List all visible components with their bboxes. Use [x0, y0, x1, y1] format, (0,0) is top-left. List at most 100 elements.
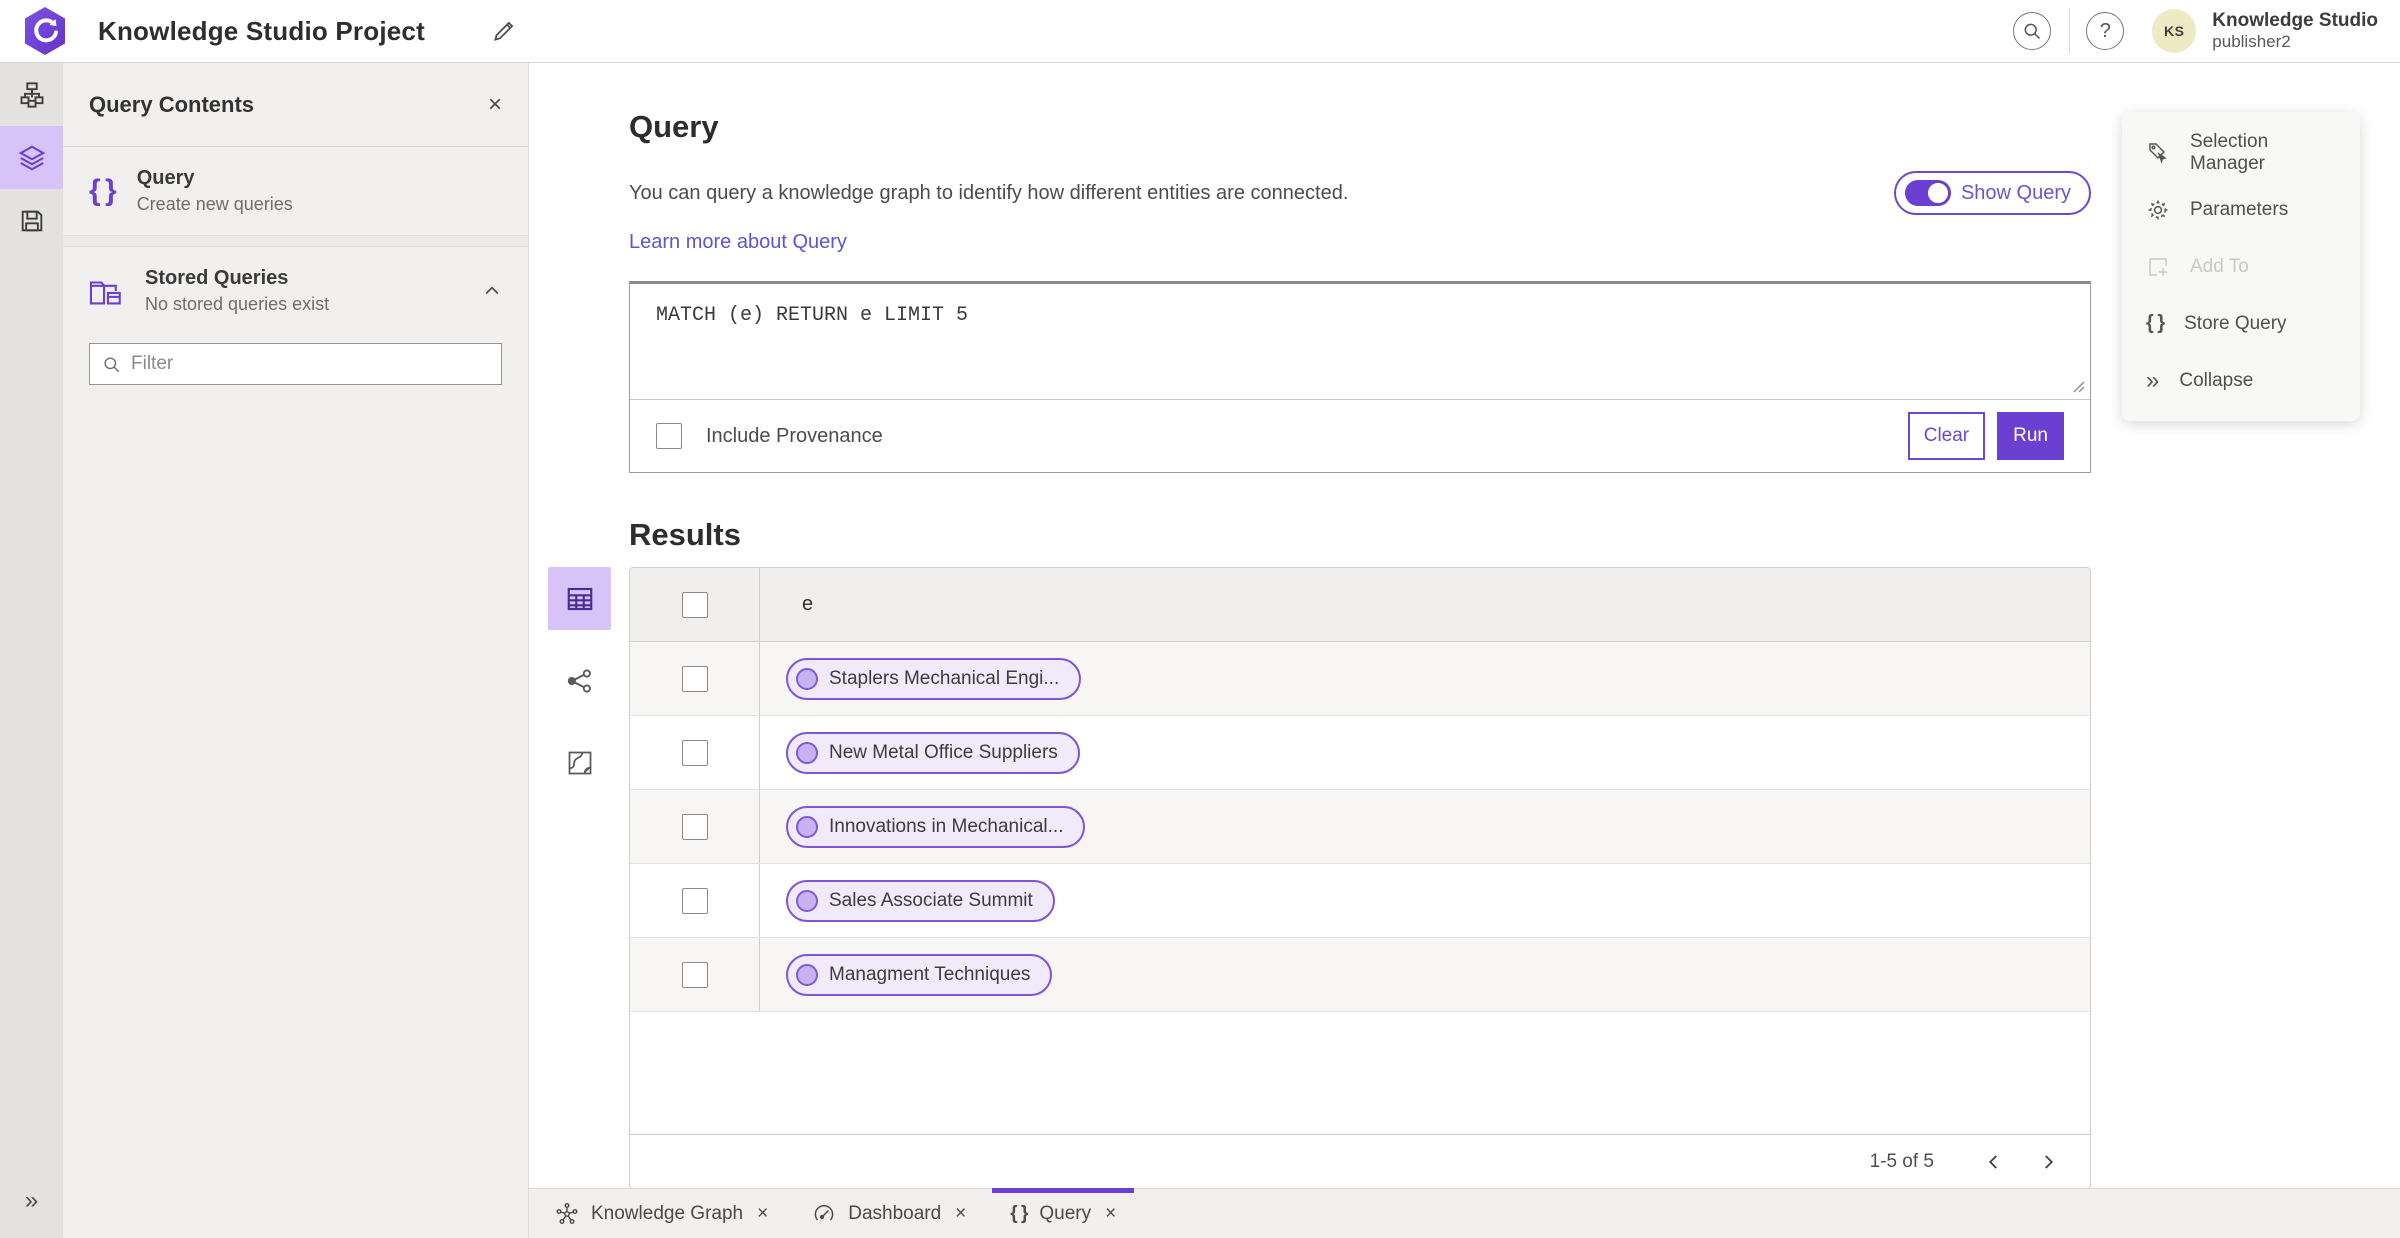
row-checkbox[interactable]: [681, 887, 708, 914]
user-info: Knowledge Studio publisher2: [2212, 10, 2378, 51]
sidebar-item-save[interactable]: [0, 189, 63, 252]
table-icon: [565, 584, 595, 614]
entity-label: Managment Techniques: [829, 963, 1031, 985]
resize-handle[interactable]: [2073, 381, 2085, 393]
search-button[interactable]: [2013, 12, 2052, 50]
double-chevron-right-icon: »: [2146, 366, 2160, 394]
filter-input[interactable]: [131, 353, 489, 375]
braces-icon: { }: [89, 174, 117, 207]
bottom-tab-bar: Knowledge Graph × Dashboard × { } Query …: [529, 1188, 2400, 1238]
close-panel-button[interactable]: ×: [488, 92, 502, 117]
row-checkbox[interactable]: [681, 813, 708, 840]
tab-label: Knowledge Graph: [591, 1202, 744, 1224]
menu-item-parameters[interactable]: Parameters: [2122, 181, 2360, 238]
column-header-e: e: [802, 593, 814, 615]
tab-query[interactable]: { } Query ×: [992, 1188, 1135, 1238]
table-empty-space: [630, 1012, 2090, 1134]
panel-title: Query Contents: [89, 91, 255, 117]
left-icon-rail: »: [0, 63, 63, 1238]
stored-queries-label: Stored Queries: [145, 267, 289, 289]
entity-pill[interactable]: Managment Techniques: [786, 953, 1053, 996]
entity-dot-icon: [796, 889, 818, 912]
table-row: Staplers Mechanical Engi...: [630, 642, 2090, 716]
panel-header: Query Contents ×: [63, 63, 528, 147]
graph-view-button[interactable]: [548, 649, 611, 712]
menu-label: Store Query: [2184, 312, 2287, 334]
braces-icon: { }: [2146, 312, 2165, 334]
query-description: You can query a knowledge graph to ident…: [629, 181, 1349, 204]
expand-rail-button[interactable]: »: [0, 1169, 63, 1232]
avatar[interactable]: KS: [2152, 9, 2197, 53]
row-checkbox[interactable]: [681, 961, 708, 988]
tab-label: Dashboard: [848, 1202, 942, 1224]
close-tab-icon[interactable]: ×: [757, 1203, 768, 1225]
entity-pill[interactable]: Innovations in Mechanical...: [786, 805, 1086, 848]
map-view-button[interactable]: [548, 731, 611, 794]
braces-icon: { }: [1010, 1202, 1028, 1224]
header-divider: [2069, 8, 2071, 54]
chevron-right-icon: [2039, 1153, 2057, 1171]
show-query-label: Show Query: [1960, 181, 2071, 204]
user-org: Knowledge Studio: [2212, 10, 2378, 32]
results-title: Results: [629, 517, 741, 552]
query-tools-menu: Selection Manager Parameters Add To {} …: [2122, 112, 2360, 421]
table-view-button[interactable]: [548, 567, 611, 630]
close-tab-icon[interactable]: ×: [955, 1203, 966, 1225]
show-query-toggle[interactable]: Show Query: [1893, 171, 2091, 215]
panel-item-stored-queries[interactable]: Stored Queries No stored queries exist: [63, 247, 528, 335]
selection-manager-icon: [2146, 141, 2170, 165]
layers-icon: [17, 143, 47, 173]
entity-label: Staplers Mechanical Engi...: [829, 667, 1060, 689]
previous-page-button[interactable]: [1974, 1142, 2014, 1182]
user-name: publisher2: [2212, 32, 2291, 52]
query-input[interactable]: MATCH (e) RETURN e LIMIT 5: [630, 284, 2090, 399]
row-checkbox[interactable]: [681, 665, 708, 692]
project-title: Knowledge Studio Project: [98, 15, 425, 46]
question-icon: ?: [2099, 19, 2111, 42]
run-button[interactable]: Run: [1997, 412, 2064, 460]
chevron-left-icon: [1985, 1153, 2003, 1171]
menu-item-collapse[interactable]: » Collapse: [2122, 352, 2360, 409]
help-button[interactable]: ?: [2086, 12, 2125, 50]
sidebar-item-data-model[interactable]: [0, 63, 63, 126]
tab-dashboard[interactable]: Dashboard ×: [794, 1189, 984, 1238]
entity-pill[interactable]: New Metal Office Suppliers: [786, 731, 1080, 774]
map-icon: [566, 749, 594, 777]
edit-title-button[interactable]: [491, 18, 517, 44]
sidebar-item-layers[interactable]: [0, 126, 63, 189]
knowledge-graph-icon: [555, 1202, 579, 1226]
row-checkbox[interactable]: [681, 739, 708, 766]
dashboard-gauge-icon: [812, 1202, 836, 1226]
save-icon: [18, 207, 46, 235]
query-contents-panel: Query Contents × { } Query Create new qu…: [63, 63, 529, 1238]
table-row: Sales Associate Summit: [630, 864, 2090, 938]
app-header: Knowledge Studio Project ? KS Knowledge …: [0, 0, 2400, 63]
learn-more-link[interactable]: Learn more about Query: [629, 231, 847, 254]
panel-item-query[interactable]: { } Query Create new queries: [63, 147, 528, 235]
stored-queries-description: No stored queries exist: [145, 294, 330, 314]
clear-button[interactable]: Clear: [1907, 412, 1986, 460]
menu-item-store-query[interactable]: { } Store Query: [2122, 295, 2360, 352]
menu-item-add-to: Add To: [2122, 238, 2360, 295]
entity-pill[interactable]: Staplers Mechanical Engi...: [786, 657, 1082, 700]
select-all-checkbox[interactable]: [681, 591, 708, 618]
query-item-description: Create new queries: [136, 194, 293, 214]
entity-dot-icon: [796, 667, 818, 690]
chevron-up-icon[interactable]: [482, 281, 502, 301]
entity-dot-icon: [796, 963, 818, 986]
query-view: Query You can query a knowledge graph to…: [529, 63, 2400, 1188]
gear-icon: [2146, 198, 2170, 222]
menu-item-selection-manager[interactable]: Selection Manager: [2122, 124, 2360, 181]
stored-queries-folder-icon: [89, 276, 123, 306]
entity-pill[interactable]: Sales Associate Summit: [786, 879, 1055, 922]
next-page-button[interactable]: [2028, 1142, 2068, 1182]
include-provenance-checkbox[interactable]: [656, 423, 682, 449]
menu-label: Selection Manager: [2190, 130, 2269, 174]
menu-label: Add To: [2190, 255, 2249, 277]
add-to-icon: [2146, 255, 2170, 279]
table-pagination: 1-5 of 5: [630, 1134, 2090, 1188]
share-graph-icon: [565, 666, 595, 696]
tab-knowledge-graph[interactable]: Knowledge Graph ×: [537, 1189, 786, 1238]
close-tab-icon[interactable]: ×: [1105, 1203, 1116, 1225]
include-provenance-label: Include Provenance: [706, 424, 883, 447]
